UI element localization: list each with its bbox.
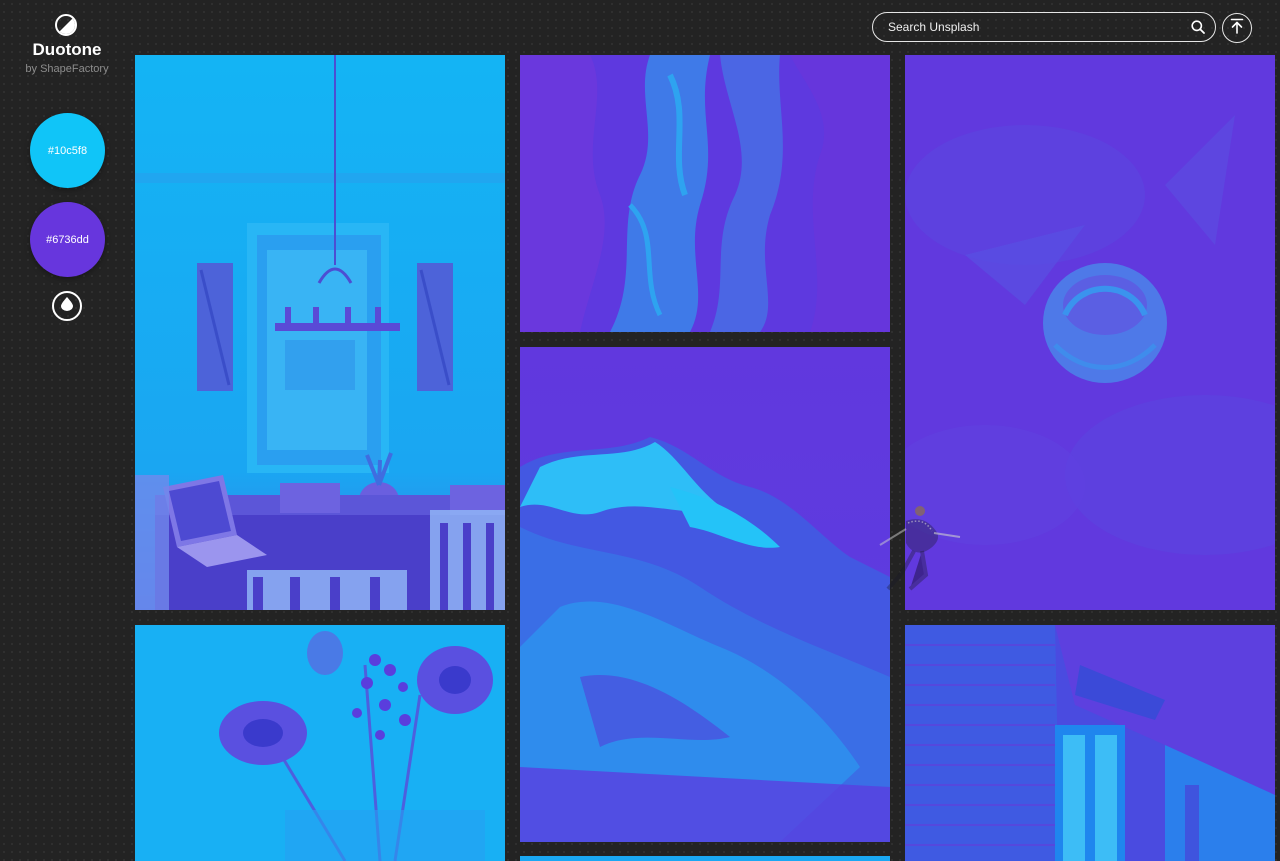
dark-color-label: #6736dd <box>46 233 89 246</box>
scroll-to-top-button[interactable] <box>1222 13 1252 43</box>
arrow-up-to-line-icon <box>1229 18 1245 39</box>
dark-color-swatch[interactable]: #6736dd <box>30 202 105 277</box>
light-color-label: #10c5f8 <box>47 144 88 157</box>
photo-coast-aerial[interactable] <box>520 347 890 842</box>
duotone-app: Duotone by ShapeFactory #10c5f8 #6736dd <box>0 0 1280 861</box>
search-box <box>872 12 1216 42</box>
photo-dining-room[interactable] <box>135 55 505 610</box>
photo-flower-bud[interactable] <box>905 55 1275 610</box>
color-picker-button[interactable] <box>52 291 82 321</box>
photo-bouquet[interactable] <box>135 625 505 861</box>
photo-canyon[interactable] <box>520 55 890 332</box>
app-title: Duotone <box>32 40 102 59</box>
search-input[interactable] <box>873 14 1190 40</box>
photo-brick-building[interactable] <box>905 625 1275 861</box>
half-circle-icon[interactable] <box>55 14 77 36</box>
photo-partial[interactable] <box>520 856 890 861</box>
sidebar: Duotone by ShapeFactory #10c5f8 #6736dd <box>0 0 134 861</box>
app-subtitle: by ShapeFactory <box>25 63 109 75</box>
drop-icon <box>61 296 73 316</box>
search-icon[interactable] <box>1190 19 1206 35</box>
light-color-swatch[interactable]: #10c5f8 <box>30 113 105 188</box>
